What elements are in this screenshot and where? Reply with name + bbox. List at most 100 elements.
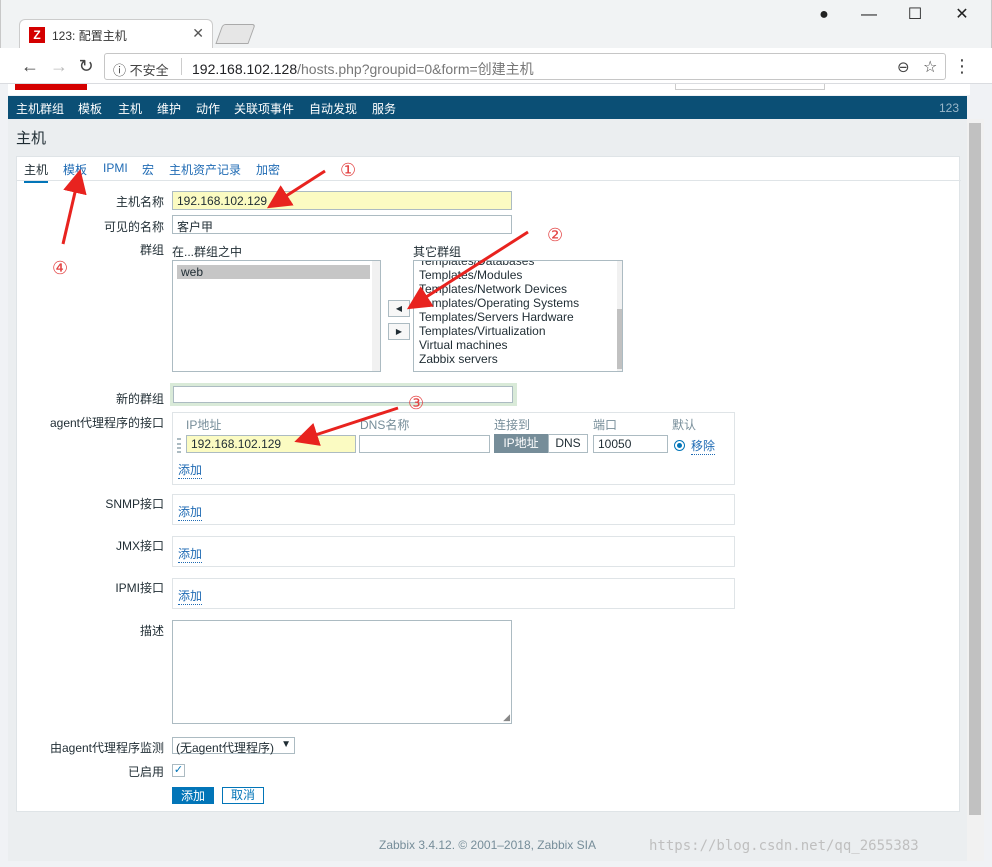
host-name-input[interactable]: 192.168.102.129 xyxy=(172,191,512,210)
list-item[interactable]: Templates/Servers Hardware xyxy=(415,310,622,324)
tab-ipmi[interactable]: IPMI xyxy=(103,161,128,175)
list-item[interactable]: Templates/Virtualization xyxy=(415,324,622,338)
groups-label: 群组 xyxy=(139,243,164,257)
browser-tab[interactable]: Z 123: 配置主机 ✕ xyxy=(19,19,213,48)
nav-correlation[interactable]: 关联项事件 xyxy=(234,100,294,117)
minimize-icon[interactable]: — xyxy=(858,6,880,24)
description-textarea[interactable]: ◢ xyxy=(172,620,512,724)
proxy-select[interactable]: (无agent代理程序) ▼ xyxy=(172,737,295,755)
default-radio[interactable] xyxy=(674,440,685,451)
insecure-indicator[interactable]: ⓘ 不安全 xyxy=(113,60,169,79)
footer-text: Zabbix 3.4.12. © 2001–2018, Zabbix SIA xyxy=(379,838,596,852)
dropdown-arrow-icon: ▼ xyxy=(281,739,291,750)
agent-interface-label: agent代理程序的接口 xyxy=(49,416,164,430)
default-column-header: 默认 xyxy=(672,418,697,432)
nav-maintenance[interactable]: 维护 xyxy=(157,100,181,117)
scroll-thumb[interactable] xyxy=(617,309,622,369)
agent-dns-input[interactable] xyxy=(359,435,490,453)
close-window-icon[interactable]: ✕ xyxy=(951,6,973,24)
new-tab-button[interactable] xyxy=(215,24,256,44)
list-item[interactable]: Virtual machines xyxy=(415,338,622,352)
zoom-icon[interactable]: ⊖ xyxy=(897,58,910,76)
url-text[interactable]: 192.168.102.128/hosts.php?groupid=0&form… xyxy=(192,59,534,79)
maximize-icon[interactable]: ☐ xyxy=(904,6,926,24)
visible-name-label: 可见的名称 xyxy=(103,220,164,234)
in-groups-listbox[interactable]: web xyxy=(172,260,381,372)
connect-dns-toggle[interactable]: DNS xyxy=(548,434,588,453)
jmx-interface-label: JMX接口 xyxy=(115,539,164,553)
ipmi-interface-box: 添加 xyxy=(172,578,735,609)
list-item[interactable]: Templates/Databases xyxy=(415,261,622,268)
info-icon: ⓘ xyxy=(113,63,127,78)
zabbix-logo[interactable] xyxy=(15,84,87,90)
description-label: 描述 xyxy=(139,624,164,638)
remove-interface-link[interactable]: 移除 xyxy=(691,437,716,455)
proxy-label: 由agent代理程序监测 xyxy=(49,741,164,755)
reload-icon[interactable]: ↻ xyxy=(76,56,96,76)
add-ipmi-interface-link[interactable]: 添加 xyxy=(178,587,203,605)
move-left-button[interactable]: ◀ xyxy=(388,300,410,317)
list-item[interactable]: Templates/Operating Systems xyxy=(415,296,622,310)
add-jmx-interface-link[interactable]: 添加 xyxy=(178,545,203,563)
agent-port-input[interactable]: 10050 xyxy=(593,435,668,453)
proxy-selected-value: (无agent代理程序) xyxy=(176,741,275,755)
port-column-header: 端口 xyxy=(593,418,618,432)
agent-ip-input[interactable]: 192.168.102.129 xyxy=(186,435,356,453)
address-bar[interactable]: ⓘ 不安全 192.168.102.128/hosts.php?groupid=… xyxy=(104,53,946,80)
profile-icon[interactable]: ● xyxy=(813,6,835,24)
drag-handle-icon[interactable] xyxy=(177,438,181,453)
host-name-label: 主机名称 xyxy=(115,195,164,209)
top-navigation: 主机群组 模板 主机 维护 动作 关联项事件 自动发现 服务 123 xyxy=(8,96,967,122)
menu-icon[interactable]: ⋮ xyxy=(952,56,972,76)
tab-inventory[interactable]: 主机资产记录 xyxy=(169,161,241,178)
listbox-scrollbar[interactable] xyxy=(617,261,622,371)
user-number: 123 xyxy=(938,101,959,115)
watermark-text: https://blog.csdn.net/qq_2655383 xyxy=(649,838,919,854)
list-item[interactable]: Zabbix servers xyxy=(415,352,622,366)
close-tab-icon[interactable]: ✕ xyxy=(192,25,204,42)
nav-actions[interactable]: 动作 xyxy=(196,100,220,117)
annotation-2: ② xyxy=(547,225,564,245)
other-groups-listbox[interactable]: Templates/Databases Templates/Modules Te… xyxy=(413,260,623,372)
connect-ip-toggle[interactable]: IP地址 xyxy=(494,434,548,453)
nav-discovery[interactable]: 自动发现 xyxy=(309,100,357,117)
page-scrollbar[interactable] xyxy=(967,119,984,861)
nav-host-groups[interactable]: 主机群组 xyxy=(16,100,64,117)
search-box[interactable] xyxy=(675,84,825,90)
browser-titlebar: Z 123: 配置主机 ✕ ● — ☐ ✕ xyxy=(0,0,992,48)
add-button[interactable]: 添加 xyxy=(172,787,214,804)
list-item[interactable]: Templates/Network Devices xyxy=(415,282,622,296)
add-snmp-interface-link[interactable]: 添加 xyxy=(178,503,203,521)
visible-name-input[interactable]: 客户甲 xyxy=(172,215,512,234)
snmp-interface-label: SNMP接口 xyxy=(105,497,164,511)
list-item[interactable]: Templates/Modules xyxy=(415,268,622,282)
nav-services[interactable]: 服务 xyxy=(372,100,396,117)
forward-icon[interactable]: → xyxy=(49,56,69,76)
listbox-scrollbar[interactable] xyxy=(372,261,380,371)
enabled-checkbox[interactable]: ✓ xyxy=(172,764,185,777)
cancel-button[interactable]: 取消 xyxy=(222,787,264,804)
other-groups-label: 其它群组 xyxy=(413,245,462,259)
new-group-input[interactable] xyxy=(173,386,513,403)
page-title: 主机 xyxy=(16,130,47,147)
tab-templates[interactable]: 模板 xyxy=(63,161,87,178)
tab-macros[interactable]: 宏 xyxy=(142,161,154,178)
divider xyxy=(181,58,182,75)
url-host: 192.168.102.128 xyxy=(192,61,298,77)
browser-toolbar: ← → ↻ ⓘ 不安全 192.168.102.128/hosts.php?gr… xyxy=(0,48,992,84)
move-right-button[interactable]: ▶ xyxy=(388,323,410,340)
nav-templates[interactable]: 模板 xyxy=(78,100,102,117)
resize-handle-icon[interactable]: ◢ xyxy=(503,713,510,722)
back-icon[interactable]: ← xyxy=(20,56,40,76)
tab-encryption[interactable]: 加密 xyxy=(256,161,280,178)
bookmark-star-icon[interactable]: ☆ xyxy=(923,57,937,77)
add-agent-interface-link[interactable]: 添加 xyxy=(178,461,203,479)
agent-interface-box: IP地址 DNS名称 连接到 端口 默认 192.168.102.129 IP地… xyxy=(172,412,735,485)
jmx-interface-box: 添加 xyxy=(172,536,735,567)
group-option-web[interactable]: web xyxy=(177,265,370,279)
ipmi-interface-label: IPMI接口 xyxy=(115,581,164,595)
tab-divider xyxy=(17,180,961,181)
insecure-label: 不安全 xyxy=(129,63,169,78)
page-scroll-thumb[interactable] xyxy=(969,123,981,815)
zabbix-favicon-icon: Z xyxy=(29,27,45,43)
